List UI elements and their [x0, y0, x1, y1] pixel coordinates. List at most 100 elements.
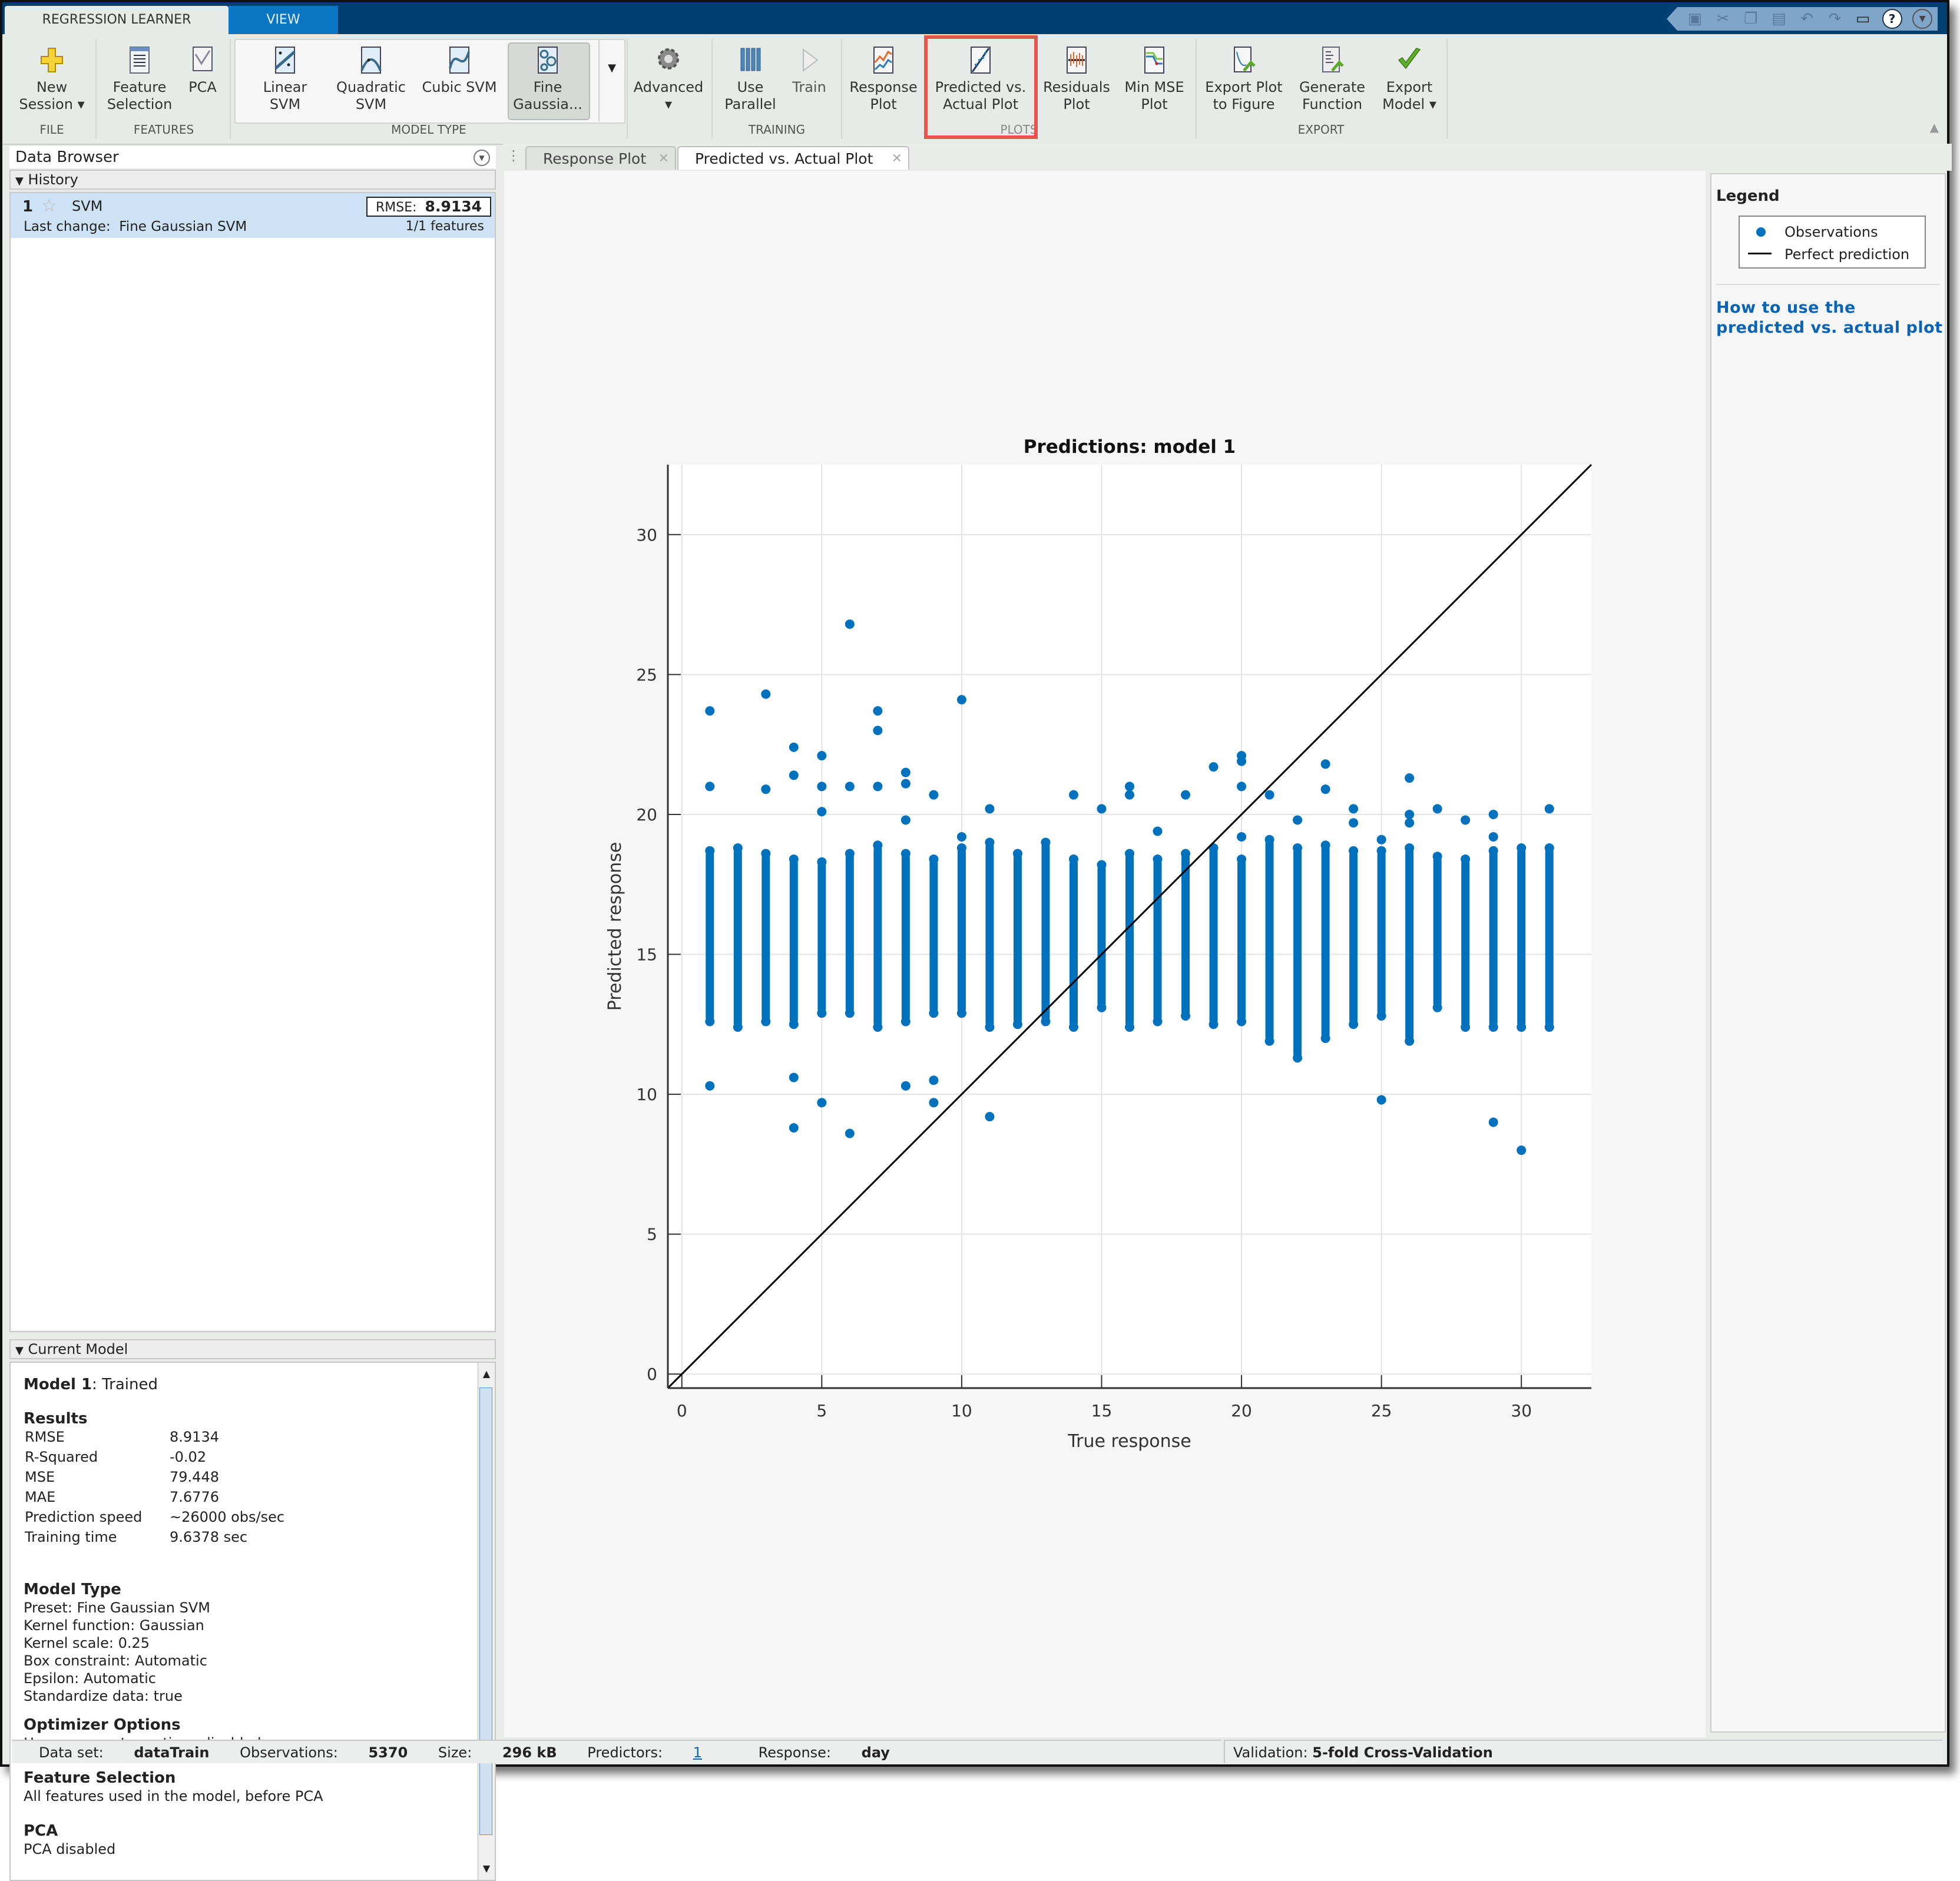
- y-tick-label: 10: [636, 1085, 657, 1104]
- tab-response-plot[interactable]: Response Plot ✕: [525, 146, 676, 170]
- observation-column: [1237, 859, 1246, 1022]
- observation-point: [1544, 1022, 1554, 1032]
- linear-svm-button[interactable]: Linear SVM: [244, 40, 326, 122]
- favorite-star-icon[interactable]: ☆: [41, 196, 57, 216]
- observation-column: [1489, 850, 1498, 1028]
- observation-point: [1125, 849, 1134, 859]
- observation-point: [1349, 804, 1359, 814]
- window-layout-icon[interactable]: ▭: [1854, 10, 1872, 28]
- tab-view[interactable]: VIEW: [229, 6, 338, 34]
- y-tick-label: 15: [636, 945, 657, 965]
- quadratic-svm-icon: [360, 47, 382, 74]
- residuals-plot-button[interactable]: Residuals Plot: [1037, 40, 1117, 122]
- optimizer-heading: Optimizer Options: [24, 1716, 181, 1734]
- panel-menu-icon[interactable]: ▼: [474, 150, 490, 166]
- observation-column: [1377, 850, 1386, 1016]
- cubic-svm-button[interactable]: Cubic SVM: [418, 40, 501, 122]
- observation-point: [817, 1098, 827, 1108]
- observation-point: [873, 706, 883, 716]
- details-scrollbar[interactable]: ▲ ▼: [478, 1363, 495, 1880]
- redo-icon[interactable]: ↷: [1826, 10, 1844, 28]
- group-file: FILE: [39, 122, 64, 137]
- observation-point: [1517, 1022, 1527, 1032]
- observation-point: [1488, 809, 1498, 819]
- group-model-type: MODEL TYPE: [391, 122, 466, 137]
- scrollbar-thumb[interactable]: [479, 1387, 492, 1835]
- tab-predicted-vs-actual[interactable]: Predicted vs. Actual Plot ✕: [677, 146, 909, 170]
- observation-point: [985, 804, 995, 814]
- help-icon[interactable]: ?: [1882, 9, 1902, 29]
- cut-icon[interactable]: ✂: [1714, 10, 1731, 28]
- observation-point: [1405, 773, 1415, 783]
- document-tabs: ⋮ Response Plot ✕ Predicted vs. Actual Pl…: [503, 144, 1952, 171]
- quadratic-svm-button[interactable]: Quadratic SVM: [330, 40, 412, 122]
- tab-regression-learner[interactable]: REGRESSION LEARNER: [5, 6, 229, 34]
- min-mse-plot-button[interactable]: Min MSE Plot: [1117, 40, 1192, 122]
- fine-gaussian-svm-button[interactable]: Fine Gaussia...: [506, 40, 589, 122]
- x-axis-label: True response: [1067, 1431, 1191, 1452]
- observation-point: [1488, 832, 1498, 842]
- gallery-expand-button[interactable]: ▼: [598, 39, 624, 121]
- advanced-button[interactable]: Advanced ▾: [630, 40, 707, 122]
- history-section-header[interactable]: ▼ History: [9, 170, 496, 190]
- observation-point: [1041, 837, 1051, 847]
- title-bar: REGRESSION LEARNER VIEW ▣ ✂ ❐ ▤ ↶ ↷ ▭ ? …: [2, 2, 1947, 34]
- observation-point: [929, 854, 939, 864]
- observation-point: [873, 1022, 883, 1032]
- legend-title: Legend: [1716, 187, 1780, 205]
- model-status-text: : Trained: [92, 1376, 158, 1393]
- observation-column: [1181, 853, 1190, 1016]
- observation-point: [1068, 1022, 1078, 1032]
- response-plot-button[interactable]: Response Plot: [843, 40, 923, 122]
- undo-icon[interactable]: ↶: [1798, 10, 1816, 28]
- observation-point: [1125, 790, 1134, 800]
- feature-selection-button[interactable]: Feature Selection: [101, 40, 178, 122]
- model-number: 1: [22, 198, 34, 216]
- model-type-heading: Model Type: [24, 1581, 121, 1598]
- copy-icon[interactable]: ❐: [1742, 10, 1760, 28]
- current-model-section-header[interactable]: ▼ Current Model: [9, 1339, 496, 1359]
- use-parallel-button[interactable]: Use Parallel: [715, 40, 786, 122]
- export-model-button[interactable]: Export Model ▾: [1375, 40, 1444, 122]
- history-item[interactable]: 1 ☆ SVM Last change: Fine Gaussian SVM R…: [11, 193, 495, 238]
- result-key: Prediction speed: [25, 1509, 143, 1525]
- observation-point: [1209, 1019, 1219, 1029]
- observation-column: [1349, 850, 1358, 1025]
- results-heading: Results: [24, 1410, 88, 1428]
- legend-perfect-prediction: Perfect prediction: [1784, 246, 1910, 263]
- observation-point: [1461, 1022, 1471, 1032]
- scroll-down-icon[interactable]: ▼: [478, 1860, 495, 1877]
- observation-column: [1265, 839, 1274, 1041]
- observation-point: [705, 781, 715, 792]
- divider: [627, 39, 628, 139]
- observation-point: [929, 1075, 939, 1085]
- collapse-ribbon-icon[interactable]: ▲: [1930, 120, 1939, 134]
- observation-point: [817, 857, 827, 867]
- options-icon[interactable]: ▼: [1912, 9, 1933, 29]
- observation-column: [1517, 847, 1526, 1028]
- generate-function-button[interactable]: Generate Function: [1290, 40, 1375, 122]
- observation-point: [1461, 815, 1471, 825]
- new-session-label: New Session ▾: [19, 79, 85, 112]
- close-tab-icon[interactable]: ✕: [892, 147, 902, 171]
- x-tick-label: 15: [1091, 1401, 1113, 1420]
- observation-point: [1405, 809, 1415, 819]
- scroll-up-icon[interactable]: ▲: [478, 1365, 495, 1383]
- group-export: EXPORT: [1297, 122, 1345, 137]
- pca-button[interactable]: PCA: [179, 40, 226, 122]
- help-link[interactable]: How to use the predicted vs. actual plot: [1716, 298, 1946, 338]
- tab-grip-icon[interactable]: ⋮: [506, 147, 521, 164]
- predictors-link[interactable]: 1: [693, 1744, 702, 1761]
- train-button[interactable]: Train: [780, 40, 839, 122]
- close-tab-icon[interactable]: ✕: [658, 147, 669, 171]
- chart-title: Predictions: model 1: [1024, 436, 1236, 458]
- status-bar: Data set: dataTrain Observations: 5370 S…: [12, 1740, 1221, 1763]
- observations-label: Observations:: [240, 1744, 338, 1761]
- save-icon[interactable]: ▣: [1686, 10, 1704, 28]
- observation-point: [900, 1016, 911, 1026]
- new-session-button[interactable]: New Session ▾: [11, 40, 93, 122]
- export-plot-to-figure-button[interactable]: Export Plot to Figure: [1198, 40, 1290, 122]
- gear-icon: [658, 48, 679, 69]
- paste-icon[interactable]: ▤: [1770, 10, 1787, 28]
- observation-point: [1181, 1011, 1191, 1021]
